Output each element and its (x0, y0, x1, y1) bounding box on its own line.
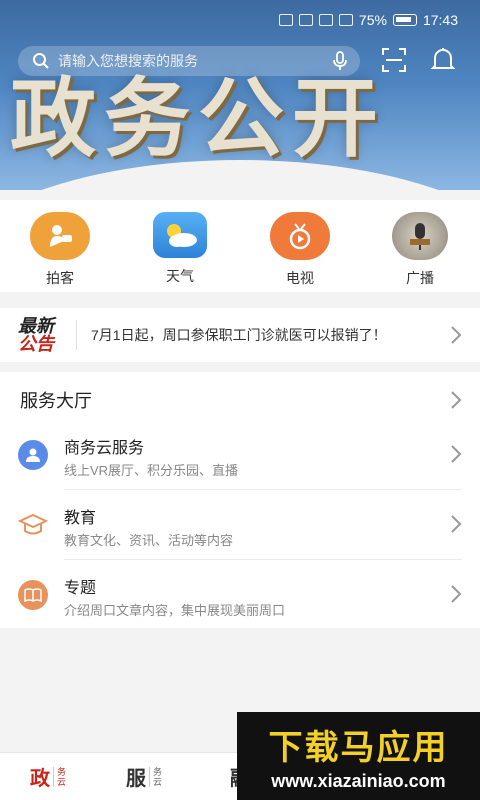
search-row (0, 40, 480, 80)
scan-icon[interactable] (380, 46, 408, 74)
battery-icon (392, 14, 417, 26)
nav-tab-small-1: 务 (152, 766, 162, 777)
user-card-icon (18, 440, 48, 470)
quick-item-label: 电视 (286, 270, 314, 286)
quick-item-radio[interactable]: 广播 (360, 200, 480, 292)
quick-item-label: 天气 (166, 268, 194, 284)
nav-tab-small: 务云 (52, 766, 66, 787)
service-hall-title: 服务大厅 (20, 391, 92, 411)
notice-logo: 最新 公告 (0, 317, 72, 353)
camera-person-icon (30, 212, 90, 260)
service-hall: 服务大厅 商务云服务 线上VR展厅、积分乐园、直播 教育 教育文化、资讯、活动等… (0, 372, 480, 628)
quick-menu: 拍客 天气 电视 广播 (0, 200, 480, 292)
notice-bar[interactable]: 最新 公告 7月1日起，周口参保职工门诊就医可以报销了！ (0, 308, 480, 362)
notice-logo-line1: 最新 (18, 316, 54, 336)
quick-item-paike[interactable]: 拍客 (0, 200, 120, 292)
quick-item-label: 拍客 (46, 270, 74, 286)
quick-item-weather[interactable]: 天气 (120, 200, 240, 292)
chevron-right-icon[interactable] (450, 444, 462, 464)
watermark-line1: 下载马应用 (268, 729, 449, 767)
search-input[interactable] (58, 53, 298, 69)
notice-logo-line2: 公告 (18, 334, 54, 354)
nav-tab-small-2: 云 (152, 776, 162, 787)
site-watermark: 下载马应用 www.xiazainiao.com (237, 712, 480, 800)
search-box[interactable] (18, 46, 360, 76)
status-bar: 75% 17:43 (0, 0, 480, 40)
service-item-topics[interactable]: 专题 介绍周口文章内容，集中展现美丽周口 (0, 560, 480, 630)
bluetooth-icon (338, 14, 353, 26)
service-item-title: 专题 (64, 580, 97, 597)
signal-icon (278, 14, 293, 26)
chevron-right-icon[interactable] (450, 584, 462, 604)
nav-tab-small-2: 云 (56, 776, 66, 787)
chevron-right-icon[interactable] (450, 514, 462, 534)
search-icon (33, 53, 49, 69)
quick-item-label: 广播 (406, 270, 434, 286)
notice-divider (76, 320, 77, 350)
wifi-icon (298, 14, 313, 26)
clock: 17:43 (422, 12, 458, 28)
nav-tab-small-1: 务 (56, 766, 66, 777)
service-item-subtitle: 线上VR展厅、积分乐园、直播 (64, 463, 239, 478)
nav-tab-big: 服 (125, 768, 146, 790)
book-icon (18, 580, 48, 610)
weather-icon (153, 212, 207, 258)
chevron-right-icon[interactable] (450, 325, 462, 345)
service-item-title: 商务云服务 (64, 440, 145, 457)
graduation-cap-icon (18, 510, 48, 540)
microphone-icon[interactable] (332, 51, 348, 71)
bell-icon[interactable] (430, 46, 456, 74)
notice-text[interactable]: 7月1日起，周口参保职工门诊就医可以报销了！ (91, 325, 421, 346)
alarm-icon (318, 14, 333, 26)
tv-icon (270, 212, 330, 260)
service-item-subtitle: 教育文化、资讯、活动等内容 (64, 533, 234, 548)
chevron-right-icon[interactable] (450, 390, 462, 410)
nav-tab-small: 务云 (148, 766, 162, 787)
service-item-title: 教育 (64, 510, 97, 527)
radio-icon (392, 212, 448, 260)
nav-tab-big: 政 (29, 768, 50, 790)
battery-percent: 75% (358, 12, 387, 28)
nav-tab-zhengwuyun[interactable]: 政 务云 (0, 753, 96, 800)
quick-item-tv[interactable]: 电视 (240, 200, 360, 292)
service-item-education[interactable]: 教育 教育文化、资讯、活动等内容 (0, 490, 480, 560)
watermark-line2: www.xiazainiao.com (271, 771, 446, 791)
service-item-subtitle: 介绍周口文章内容，集中展现美丽周口 (64, 603, 286, 618)
service-item-business-cloud[interactable]: 商务云服务 线上VR展厅、积分乐园、直播 (0, 420, 480, 490)
nav-tab-fuwuyun[interactable]: 服 务云 (96, 753, 192, 800)
